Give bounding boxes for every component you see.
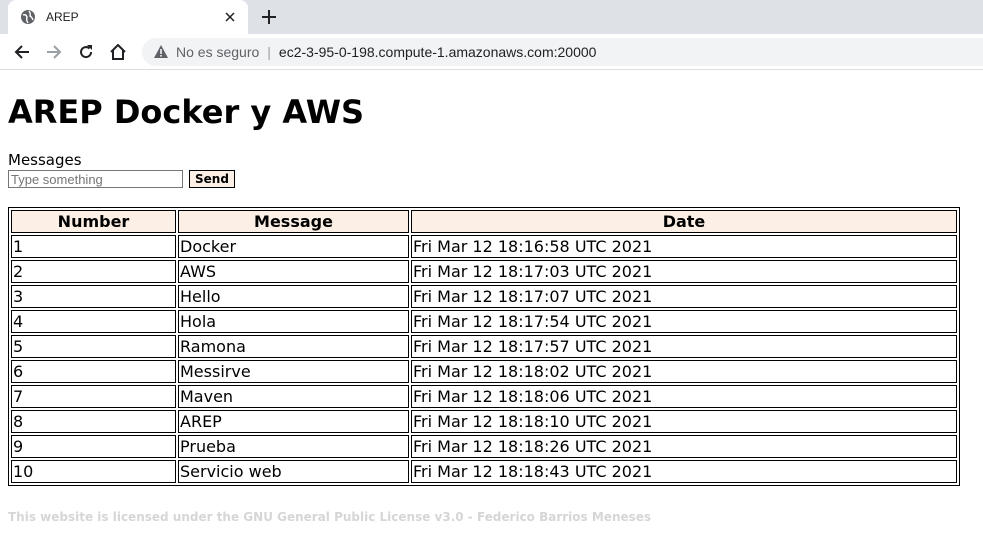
cell-message: Prueba (178, 435, 409, 458)
forward-arrow-icon[interactable] (38, 36, 70, 68)
table-row: 8 AREP Fri Mar 12 18:18:10 UTC 2021 (11, 410, 957, 433)
cell-date: Fri Mar 12 18:17:54 UTC 2021 (411, 310, 957, 333)
globe-icon (20, 9, 36, 25)
cell-date: Fri Mar 12 18:17:03 UTC 2021 (411, 260, 957, 283)
table-row: 6 Messirve Fri Mar 12 18:18:02 UTC 2021 (11, 360, 957, 383)
cell-date: Fri Mar 12 18:18:26 UTC 2021 (411, 435, 957, 458)
table-row: 5 Ramona Fri Mar 12 18:17:57 UTC 2021 (11, 335, 957, 358)
tab-title: AREP (46, 10, 79, 24)
address-separator: | (267, 43, 271, 60)
cell-message: Maven (178, 385, 409, 408)
cell-date: Fri Mar 12 18:18:02 UTC 2021 (411, 360, 957, 383)
page-content: AREP Docker y AWS Messages Type somethin… (0, 90, 983, 524)
back-arrow-icon[interactable] (6, 36, 38, 68)
warning-icon[interactable] (154, 44, 168, 59)
cell-date: Fri Mar 12 18:16:58 UTC 2021 (411, 235, 957, 258)
header-number: Number (11, 210, 176, 233)
messages-label: Messages (8, 151, 82, 169)
browser-tab[interactable]: AREP (8, 0, 248, 34)
new-tab-icon[interactable] (258, 7, 280, 27)
table-row: 3 Hello Fri Mar 12 18:17:07 UTC 2021 (11, 285, 957, 308)
cell-number: 7 (11, 385, 176, 408)
cell-date: Fri Mar 12 18:17:57 UTC 2021 (411, 335, 957, 358)
cell-message: Docker (178, 235, 409, 258)
cell-message: Servicio web (178, 460, 409, 483)
cell-date: Fri Mar 12 18:17:07 UTC 2021 (411, 285, 957, 308)
table-row: 10 Servicio web Fri Mar 12 18:18:43 UTC … (11, 460, 957, 483)
reload-icon[interactable] (70, 36, 102, 68)
cell-number: 4 (11, 310, 176, 333)
cell-number: 6 (11, 360, 176, 383)
table-row: 4 Hola Fri Mar 12 18:17:54 UTC 2021 (11, 310, 957, 333)
home-icon[interactable] (102, 36, 134, 68)
message-input[interactable]: Type something (8, 170, 183, 188)
table-header-row: Number Message Date (11, 210, 957, 233)
tab-strip: AREP (0, 0, 983, 34)
cell-number: 2 (11, 260, 176, 283)
browser-toolbar: No es seguro | ec2-3-95-0-198.compute-1.… (0, 34, 983, 70)
cell-number: 9 (11, 435, 176, 458)
license-footer: This website is licensed under the GNU G… (8, 510, 652, 524)
cell-number: 10 (11, 460, 176, 483)
messages-table: Number Message Date 1 Docker Fri Mar 12 … (8, 207, 960, 486)
header-message: Message (178, 210, 409, 233)
address-bar[interactable]: No es seguro | ec2-3-95-0-198.compute-1.… (142, 37, 983, 66)
cell-message: Ramona (178, 335, 409, 358)
cell-number: 5 (11, 335, 176, 358)
cell-message: AWS (178, 260, 409, 283)
cell-message: AREP (178, 410, 409, 433)
cell-date: Fri Mar 12 18:18:43 UTC 2021 (411, 460, 957, 483)
send-button[interactable]: Send (189, 170, 235, 188)
header-date: Date (411, 210, 957, 233)
message-form: Type something Send (8, 170, 975, 188)
cell-message: Hello (178, 285, 409, 308)
cell-number: 1 (11, 235, 176, 258)
cell-date: Fri Mar 12 18:18:10 UTC 2021 (411, 410, 957, 433)
security-label[interactable]: No es seguro (176, 44, 259, 60)
cell-message: Hola (178, 310, 409, 333)
table-row: 2 AWS Fri Mar 12 18:17:03 UTC 2021 (11, 260, 957, 283)
cell-date: Fri Mar 12 18:18:06 UTC 2021 (411, 385, 957, 408)
url-text[interactable]: ec2-3-95-0-198.compute-1.amazonaws.com:2… (279, 44, 597, 60)
table-row: 1 Docker Fri Mar 12 18:16:58 UTC 2021 (11, 235, 957, 258)
cell-number: 8 (11, 410, 176, 433)
table-row: 7 Maven Fri Mar 12 18:18:06 UTC 2021 (11, 385, 957, 408)
close-icon[interactable] (222, 9, 238, 25)
page-title: AREP Docker y AWS (8, 93, 365, 131)
cell-message: Messirve (178, 360, 409, 383)
cell-number: 3 (11, 285, 176, 308)
table-row: 9 Prueba Fri Mar 12 18:18:26 UTC 2021 (11, 435, 957, 458)
